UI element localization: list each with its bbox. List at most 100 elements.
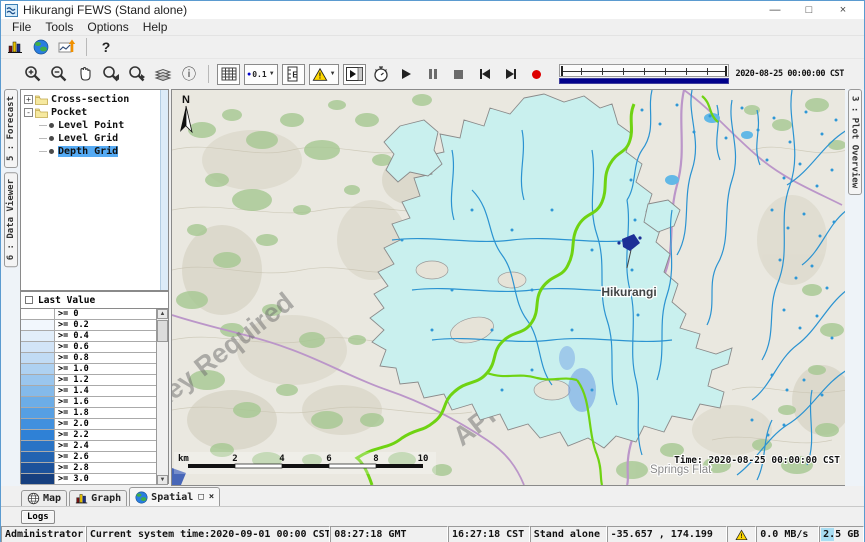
legend-swatch [21,364,55,374]
zoom-next-button[interactable] [125,64,149,84]
animation-window-button[interactable] [343,64,366,85]
legend-swatch [21,441,55,451]
tree-branch-line [39,138,47,139]
map-time-label: Time: 2020-08-25 00:00:00 CST [674,455,840,466]
tab-graph[interactable]: Graph [69,490,127,506]
threshold-dot-icon: ● [247,71,251,78]
thresholds-warning-dropdown[interactable]: ! ▼ [309,64,339,85]
expand-icon[interactable]: + [24,95,33,104]
tree-item-label[interactable]: Level Point [58,120,124,131]
scroll-up-icon[interactable]: ▲ [157,309,168,319]
menu-file[interactable]: File [5,20,38,34]
legend-class-table: >= 0 >= 0.2 >= 0.4 >= 0.6 >= 0.8 >= 1.0 … [21,309,157,485]
play-button[interactable] [395,64,419,84]
map-display-button[interactable] [29,37,53,57]
help-button[interactable]: ? [94,37,118,57]
menu-help[interactable]: Help [136,20,175,34]
svg-text:10: 10 [418,454,429,464]
scroll-down-icon[interactable]: ▼ [157,475,168,485]
tree-scrollbar[interactable] [160,90,168,290]
zoom-previous-icon [102,65,120,83]
zoom-out-button[interactable] [47,64,71,84]
tab-plot-overview[interactable]: 3 : Plot Overview [848,89,862,195]
hand-icon [76,65,94,83]
bullet-icon [49,123,54,128]
close-button[interactable]: × [826,4,860,16]
legend-row: >= 1.8 [21,408,156,419]
step-forward-button[interactable] [499,64,523,84]
tab-spatial[interactable]: Spatial □ × [129,487,220,506]
zoom-in-button[interactable] [21,64,45,84]
stop-icon [454,70,463,79]
tree-item-level-point[interactable]: Level Point [21,119,168,132]
status-user: Administrator [1,526,86,542]
threshold-dropdown[interactable]: ● 0.1 ▼ [244,64,278,85]
tab-close-icon[interactable]: × [209,492,214,502]
maximize-button[interactable]: □ [792,4,826,16]
logs-button[interactable]: Logs [21,510,55,524]
tree-item-label[interactable]: Cross-section [51,94,129,105]
explorer-chart-button[interactable] [3,37,27,57]
legend-swatch [21,342,55,352]
legend-row: >= 1.6 [21,397,156,408]
scale-button[interactable]: E [282,64,305,85]
tree-item-label[interactable]: Level Grid [58,133,118,144]
legend-swatch [21,419,55,429]
bottom-tab-bar: Map Graph Spatial □ × [1,486,864,506]
stop-button[interactable] [447,64,471,84]
menu-options[interactable]: Options [80,20,135,34]
tree-item-level-grid[interactable]: Level Grid [21,132,168,145]
legend-swatch [21,474,55,484]
map-view[interactable]: API Key Required API Key Required [171,89,845,486]
minimize-button[interactable]: — [758,4,792,16]
tab-data-viewer[interactable]: 6 : Data Viewer [4,172,18,267]
last-value-checkbox[interactable] [25,296,33,304]
tree-item-cross-section[interactable]: + Cross-section [21,93,168,106]
record-button[interactable] [525,64,549,84]
zoom-previous-button[interactable] [99,64,123,84]
pan-button[interactable] [73,64,97,84]
pause-icon [429,69,437,79]
time-slider[interactable] [559,63,730,85]
legend-swatch [21,463,55,473]
legend-swatch [21,353,55,363]
tree-item-depth-grid[interactable]: Depth Grid [21,145,168,158]
tab-maximize-icon[interactable]: □ [198,492,203,502]
status-warning-cell[interactable]: ! [727,526,756,542]
tree-item-pocket[interactable]: - Pocket [21,106,168,119]
scrollbar-thumb[interactable] [157,320,168,342]
menu-tools[interactable]: Tools [38,20,80,34]
app-logo-icon [5,4,18,17]
legend-swatch [21,452,55,462]
tab-map[interactable]: Map [21,490,67,506]
animation-settings-button[interactable] [369,64,393,84]
tab-forecast[interactable]: 5 : Forecast [4,89,18,168]
info-button[interactable]: ⓘ [177,64,201,84]
step-back-button[interactable] [473,64,497,84]
zoom-in-icon [24,65,42,83]
globe-icon [33,39,49,55]
layers-button[interactable] [151,64,175,84]
tree-item-label-selected[interactable]: Depth Grid [58,146,118,157]
legend-row: >= 2.0 [21,419,156,430]
collapse-icon[interactable]: - [24,108,33,117]
pause-button[interactable] [421,64,445,84]
tree-item-label[interactable]: Pocket [51,107,87,118]
spatial-display-button[interactable] [55,37,79,57]
legend-swatch [21,386,55,396]
folder-open-icon [35,108,48,118]
svg-text:8: 8 [373,454,378,464]
map-canvas[interactable]: API Key Required API Key Required [172,90,845,485]
content-area: 5 : Forecast 6 : Data Viewer + Cross-sec… [1,89,864,486]
legend-scrollbar[interactable]: ▲ ▼ [157,309,168,485]
svg-text:!: ! [318,71,321,80]
grid-display-button[interactable] [217,64,240,85]
play-icon [402,69,411,79]
step-forward-icon [506,69,516,79]
record-icon [532,70,541,79]
svg-text:6: 6 [326,454,331,464]
filter-tree-panel: + Cross-section - Pocket Level Point [20,89,169,291]
legend-row: >= 3.0 [21,474,156,485]
time-slider-rail[interactable] [559,64,730,77]
left-tab-strip: 5 : Forecast 6 : Data Viewer [1,89,20,486]
